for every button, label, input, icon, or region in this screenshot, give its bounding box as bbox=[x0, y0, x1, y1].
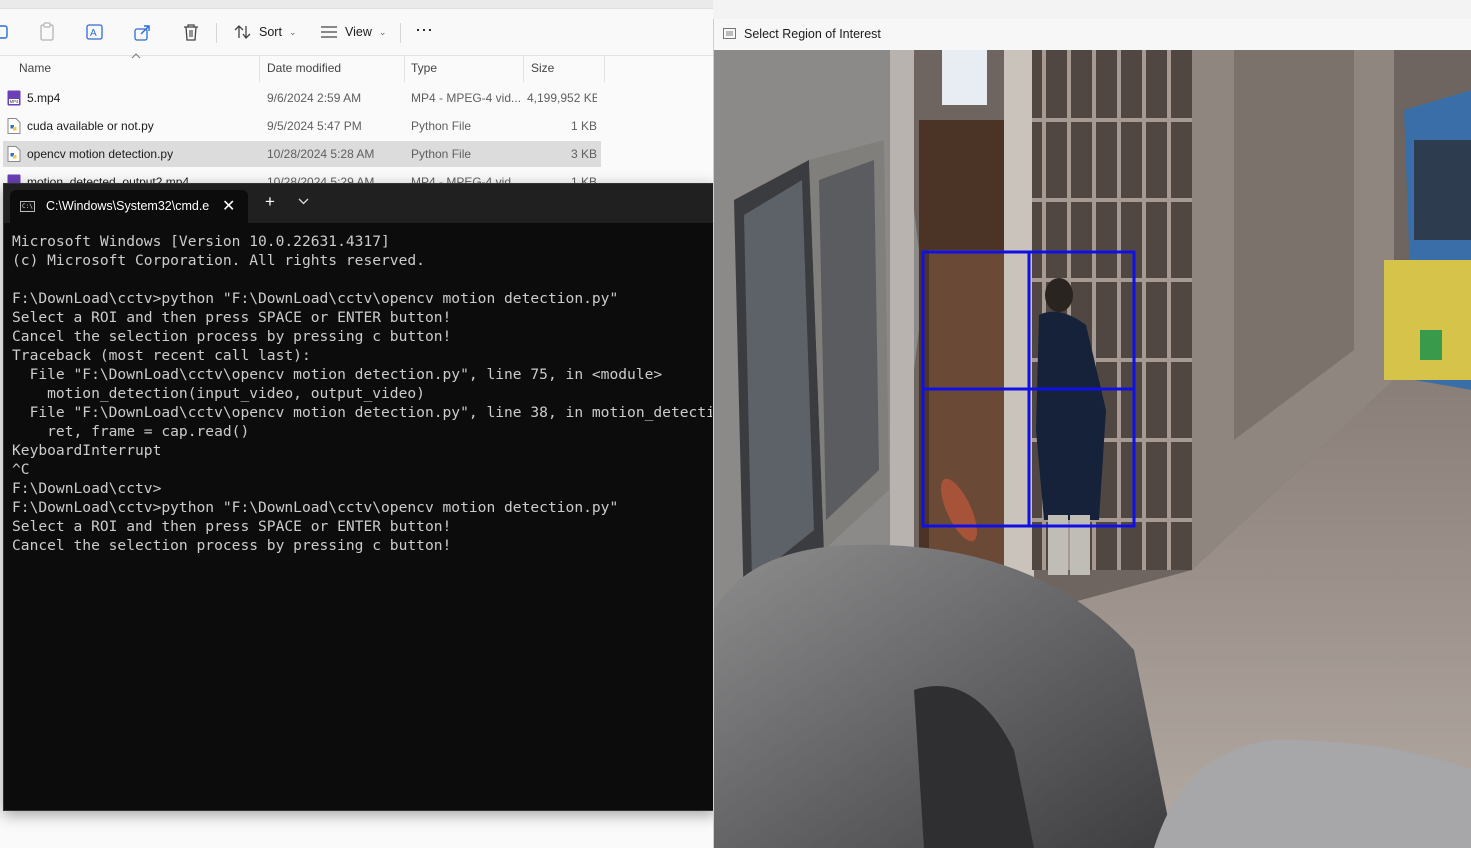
new-tab-button[interactable]: + bbox=[265, 193, 275, 210]
console-line: Select a ROI and then press SPACE or ENT… bbox=[12, 518, 452, 535]
svg-text:A: A bbox=[90, 28, 97, 39]
sort-label: Sort bbox=[259, 25, 282, 39]
python-file-icon bbox=[7, 146, 21, 162]
chevron-down-icon: ⌄ bbox=[288, 26, 297, 37]
terminal-tab[interactable]: C:\ C:\Windows\System32\cmd.e ✕ bbox=[10, 190, 248, 223]
python-file-icon bbox=[7, 118, 21, 134]
file-name: opencv motion detection.py bbox=[27, 147, 174, 161]
explorer-top-edge bbox=[0, 0, 713, 9]
roi-selection-window: Select Region of Interest bbox=[713, 19, 1471, 848]
terminal-tab-title: C:\Windows\System32\cmd.e bbox=[46, 199, 210, 213]
file-row[interactable]: opencv motion detection.py 10/28/2024 5:2… bbox=[3, 141, 601, 167]
close-tab-icon[interactable]: ✕ bbox=[222, 196, 235, 216]
console-line: Cancel the selection process by pressing… bbox=[12, 537, 452, 554]
file-type: Python File bbox=[411, 147, 472, 161]
console-line: Select a ROI and then press SPACE or ENT… bbox=[12, 309, 452, 326]
console-line: KeyboardInterrupt bbox=[12, 442, 162, 459]
video-frame-canvas[interactable] bbox=[714, 50, 1471, 848]
person bbox=[1045, 278, 1073, 312]
file-name: 5.mp4 bbox=[27, 91, 61, 105]
console-line: Traceback (most recent call last): bbox=[12, 347, 311, 364]
file-date: 9/5/2024 5:47 PM bbox=[267, 119, 362, 133]
sort-button[interactable]: Sort ⌄ bbox=[234, 21, 296, 43]
file-row[interactable]: MP4 5.mp4 9/6/2024 2:59 AM MP4 - MPEG-4 vid… bbox=[3, 85, 601, 111]
file-row[interactable]: cuda available or not.py 9/5/2024 5:47 PM… bbox=[3, 113, 601, 139]
console-line: File "F:\DownLoad\cctv\opencv motion det… bbox=[12, 366, 663, 383]
console-line: motion_detection(input_video, output_vid… bbox=[12, 385, 425, 402]
delete-icon[interactable] bbox=[180, 21, 202, 43]
share-icon[interactable] bbox=[132, 21, 154, 43]
column-name-header[interactable]: Name bbox=[19, 61, 51, 75]
terminal-window: C:\ C:\Windows\System32\cmd.e ✕ + Micros… bbox=[3, 183, 716, 811]
file-size: 3 KB bbox=[570, 147, 597, 161]
console-line: F:\DownLoad\cctv>python "F:\DownLoad\cct… bbox=[12, 290, 619, 307]
window-icon bbox=[723, 28, 736, 39]
view-button[interactable]: View ⌄ bbox=[320, 21, 386, 43]
rename-icon[interactable]: A bbox=[84, 21, 106, 43]
console-line: F:\DownLoad\cctv> bbox=[12, 480, 162, 497]
column-date-header[interactable]: Date modified bbox=[267, 61, 341, 75]
file-type: MP4 - MPEG-4 vid... bbox=[411, 91, 521, 105]
tab-dropdown-icon[interactable] bbox=[298, 198, 309, 205]
roi-window-titlebar[interactable]: Select Region of Interest bbox=[714, 19, 1471, 51]
console-line: ret, frame = cap.read() bbox=[12, 423, 250, 440]
console-line: (c) Microsoft Corporation. All rights re… bbox=[12, 252, 425, 269]
console-line: Microsoft Windows [Version 10.0.22631.43… bbox=[12, 233, 390, 250]
file-type: Python File bbox=[411, 119, 472, 133]
console-line: ^C bbox=[12, 461, 30, 478]
view-label: View bbox=[345, 25, 372, 39]
file-name: cuda available or not.py bbox=[27, 119, 154, 133]
more-options-button[interactable]: ⋯ bbox=[415, 19, 434, 41]
new-folder-icon[interactable] bbox=[0, 21, 12, 43]
view-list-icon bbox=[321, 26, 337, 38]
console-line: F:\DownLoad\cctv>python "F:\DownLoad\cct… bbox=[12, 499, 619, 516]
terminal-output[interactable]: Microsoft Windows [Version 10.0.22631.43… bbox=[12, 232, 712, 802]
column-type-header[interactable]: Type bbox=[411, 61, 437, 75]
console-line: File "F:\DownLoad\cctv\opencv motion det… bbox=[12, 404, 712, 421]
video-file-icon: MP4 bbox=[7, 90, 21, 106]
cmd-icon: C:\ bbox=[20, 201, 35, 212]
sort-icon bbox=[234, 25, 251, 39]
column-header-row: Name Date modified Type Size bbox=[0, 53, 713, 82]
explorer-toolbar: A Sort ⌄ View ⌄ ⋯ bbox=[0, 9, 713, 56]
chevron-down-icon: ⌄ bbox=[378, 26, 387, 37]
roi-window-title: Select Region of Interest bbox=[744, 27, 881, 41]
file-size: 4,199,952 KB bbox=[527, 91, 597, 105]
sort-ascending-icon bbox=[131, 53, 141, 59]
console-line: Cancel the selection process by pressing… bbox=[12, 328, 452, 345]
svg-text:MP4: MP4 bbox=[10, 99, 19, 104]
file-date: 10/28/2024 5:28 AM bbox=[267, 147, 375, 161]
file-date: 9/6/2024 2:59 AM bbox=[267, 91, 362, 105]
column-size-header[interactable]: Size bbox=[531, 61, 554, 75]
paste-icon[interactable] bbox=[36, 21, 58, 43]
terminal-tab-bar: C:\ C:\Windows\System32\cmd.e ✕ + bbox=[4, 184, 716, 223]
file-size: 1 KB bbox=[570, 119, 597, 133]
